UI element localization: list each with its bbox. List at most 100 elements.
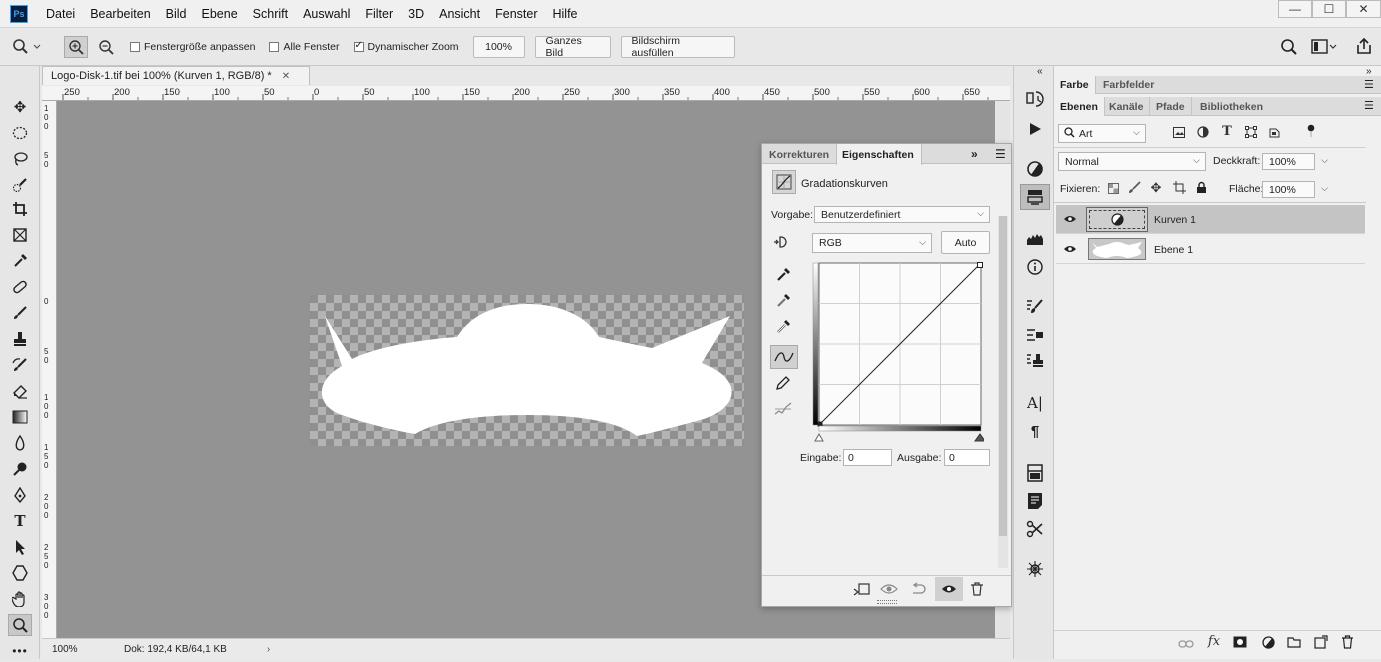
chevron-down-icon[interactable]: ⌵ [1321,155,1328,166]
history-panel-icon[interactable] [1022,88,1048,110]
tab-kanaele[interactable]: Kanäle [1103,97,1151,116]
zoom-out-icon[interactable] [94,36,118,58]
zoom-tool-icon[interactable] [12,38,42,56]
dodge-tool-icon[interactable] [8,458,32,480]
resize-grip[interactable] [877,600,897,604]
layer-name[interactable]: Kurven 1 [1154,214,1196,226]
tab-farbe[interactable]: Farbe [1054,76,1096,94]
menu-ebene[interactable]: Ebene [202,7,238,21]
filter-toggle-icon[interactable] [1307,124,1315,141]
properties-panel-icon[interactable] [1020,184,1050,210]
hand-tool-icon[interactable] [8,588,32,610]
dynamic-zoom-checkbox[interactable]: Dynamischer Zoom [353,40,459,53]
checkbox-box[interactable] [269,41,280,52]
menu-ansicht[interactable]: Ansicht [439,7,480,21]
output-value-field[interactable]: 0 [944,449,990,466]
status-zoom[interactable]: 100% [52,644,112,655]
trash-icon[interactable] [965,578,989,600]
menu-datei[interactable]: Datei [46,7,75,21]
zoom-in-icon[interactable] [64,35,88,58]
reset-icon[interactable] [907,578,931,600]
frame-tool-icon[interactable] [8,224,32,246]
menu-hilfe[interactable]: Hilfe [553,7,578,21]
eyedropper-tool-icon[interactable] [8,250,32,272]
type-tool-icon[interactable]: T [8,510,32,532]
layer-thumbnail[interactable] [1088,238,1146,260]
whole-image-button[interactable]: Ganzes Bild [534,35,611,59]
new-group-icon[interactable] [1284,636,1304,651]
layer-thumbnail[interactable] [1086,207,1148,232]
marquee-tool-icon[interactable] [8,122,32,144]
gradient-tool-icon[interactable] [8,406,32,428]
maximize-button[interactable]: ☐ [1312,0,1346,18]
crop-tool-icon[interactable] [8,198,32,220]
move-tool-icon[interactable]: ✥ [8,96,32,118]
search-icon[interactable] [1280,38,1298,59]
tools-presets-icon[interactable] [1022,518,1048,540]
menu-auswahl[interactable]: Auswahl [303,7,350,21]
link-layers-icon[interactable] [1176,637,1196,652]
clone-source-panel-icon[interactable] [1022,350,1048,372]
lock-transparency-icon[interactable] [1103,182,1123,197]
lock-position-icon[interactable]: ✥ [1146,180,1166,196]
collapse-panel-icon[interactable]: » [971,147,978,161]
tab-pfade[interactable]: Pfade [1150,97,1192,116]
panel-menu-icon[interactable]: ☰ [1364,78,1374,91]
menu-filter[interactable]: Filter [365,7,393,21]
close-button[interactable]: ✕ [1346,0,1381,18]
zoom-value-field[interactable]: 100% [472,35,525,58]
blur-tool-icon[interactable] [8,432,32,454]
brushes-panel-icon[interactable] [1022,324,1048,346]
checkbox-box-checked[interactable] [353,40,364,52]
filter-adjustment-icon[interactable] [1193,126,1213,141]
path-selection-tool-icon[interactable] [8,536,32,558]
expand-panels-icon[interactable]: « [1037,66,1043,77]
brush-settings-panel-icon[interactable] [1022,296,1048,318]
fit-window-checkbox[interactable]: Fenstergröße anpassen [130,41,255,53]
document-tab[interactable]: Logo-Disk-1.tif bei 100% (Kurven 1, RGB/… [42,66,310,85]
layer-filter-dropdown[interactable]: Art ⌵ [1058,124,1146,143]
new-adjustment-layer-icon[interactable] [1258,636,1278,652]
panel-menu-icon[interactable]: ☰ [1364,99,1374,112]
info-panel-icon[interactable] [1022,256,1048,278]
opacity-field[interactable]: 100% ⌵ [1262,153,1328,170]
smooth-curve-icon[interactable] [771,398,795,420]
filter-shape-icon[interactable] [1241,126,1261,141]
character-panel-icon[interactable]: A| [1022,392,1048,414]
brush-tool-icon[interactable] [8,302,32,324]
filter-pixel-icon[interactable] [1169,126,1189,141]
preset-dropdown[interactable]: Benutzerdefiniert ⌵ [814,206,990,223]
zoom-tool-icon[interactable] [8,614,32,636]
menu-schrift[interactable]: Schrift [253,7,288,21]
fill-field[interactable]: 100% ⌵ [1262,181,1328,198]
histogram-panel-icon[interactable] [1022,228,1048,250]
adjustments-panel-icon[interactable] [1022,158,1048,180]
healing-brush-tool-icon[interactable] [8,276,32,298]
filter-type-icon[interactable]: T [1217,124,1237,139]
history-brush-tool-icon[interactable] [8,354,32,376]
panel-menu-icon[interactable]: ☰ [995,147,1006,161]
gray-point-eyedropper-icon[interactable] [771,290,795,312]
menu-3d[interactable]: 3D [408,7,424,21]
eye-icon[interactable] [1063,214,1077,227]
new-layer-icon[interactable] [1311,635,1331,652]
lock-artboard-icon[interactable] [1169,181,1189,197]
notes-panel-icon[interactable] [1022,490,1048,512]
channel-dropdown[interactable]: RGB ⌵ [812,233,932,253]
tab-korrekturen[interactable]: Korrekturen [769,149,829,161]
add-mask-icon[interactable] [1230,636,1250,651]
curves-graph[interactable] [812,262,984,448]
layer-row[interactable]: Kurven 1 [1056,205,1365,234]
tab-farbfelder[interactable]: Farbfelder [1097,76,1160,94]
menu-bearbeiten[interactable]: Bearbeiten [90,7,150,21]
chevron-down-icon[interactable]: ⌵ [1321,183,1328,194]
3d-panel-icon[interactable] [1022,558,1048,580]
fill-screen-button[interactable]: Bildschirm ausfüllen [620,35,735,59]
libraries-panel-icon[interactable] [1022,462,1048,484]
eye-icon[interactable] [1063,244,1077,257]
pencil-icon[interactable] [771,372,795,394]
workspace-icon[interactable] [1311,39,1337,58]
lock-all-icon[interactable] [1191,181,1211,197]
black-point-eyedropper-icon[interactable] [771,264,795,286]
share-icon[interactable] [1355,37,1373,58]
